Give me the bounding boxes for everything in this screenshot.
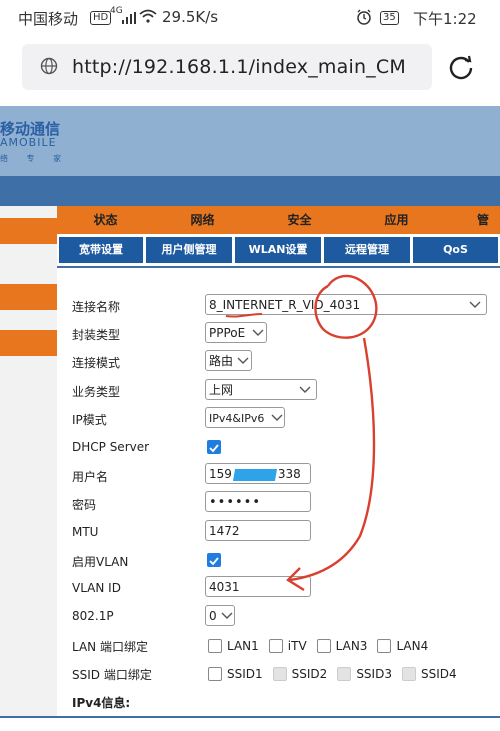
annotation-arrow-line — [289, 337, 376, 582]
annotation-circle — [314, 274, 378, 339]
clock-time: 下午1:22 — [413, 10, 477, 28]
carrier-name: 中国移动 — [18, 10, 79, 28]
router-page: 移动通信 AMOBILE 络 专 家 状态 网络 安全 应用 管 宽带设置 用户… — [0, 106, 500, 731]
alarm-icon — [356, 9, 372, 29]
red-annotation-overlay — [225, 274, 378, 592]
network-type: 4G — [110, 6, 123, 16]
browser-toolbar: http://192.168.1.1/index_main_CM — [0, 34, 500, 106]
url-text[interactable]: http://192.168.1.1/index_main_CM — [72, 56, 406, 78]
globe-icon — [40, 57, 58, 79]
hd-badge: HD — [90, 11, 112, 25]
battery-icon: 35 — [380, 11, 399, 25]
wifi-icon — [139, 9, 157, 27]
signal-icon — [122, 10, 136, 28]
status-bar: 中国移动 HD 4G 29.5K/s 35 下午1:22 — [0, 0, 500, 34]
annotation-underline — [225, 313, 263, 318]
network-speed: 29.5K/s — [162, 8, 219, 26]
reload-icon[interactable] — [448, 54, 474, 84]
